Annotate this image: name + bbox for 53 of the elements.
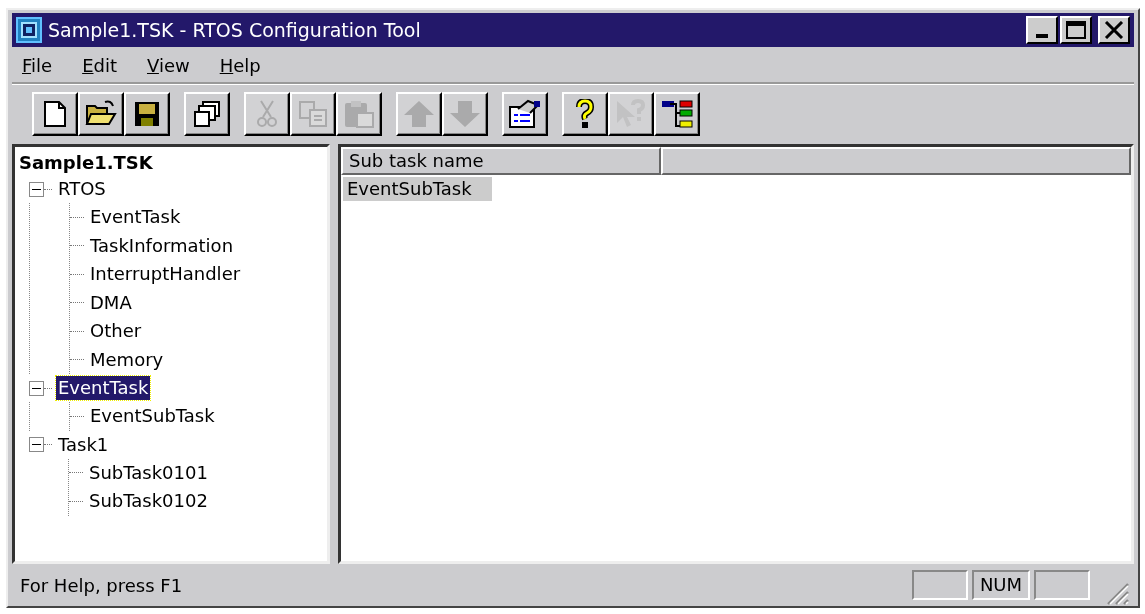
status-panel bbox=[1034, 570, 1090, 600]
collapse-icon[interactable] bbox=[29, 380, 44, 396]
toolbar-button[interactable] bbox=[654, 92, 700, 136]
minimize-icon bbox=[1036, 34, 1048, 38]
new-document-icon bbox=[43, 100, 67, 128]
tree-item[interactable]: SubTask0102 bbox=[87, 489, 210, 514]
maximize-button[interactable] bbox=[1060, 16, 1092, 44]
menu-item[interactable]: Help bbox=[219, 55, 261, 76]
maximize-icon bbox=[1066, 21, 1086, 39]
properties-icon bbox=[508, 99, 542, 129]
toolbar-button[interactable] bbox=[184, 92, 230, 136]
window-title: Sample1.TSK - RTOS Configuration Tool bbox=[48, 19, 421, 41]
toolbar-button[interactable] bbox=[32, 92, 78, 136]
tree-item[interactable]: RTOS bbox=[56, 177, 108, 201]
tree-item[interactable]: EventTask bbox=[56, 376, 151, 400]
list-item[interactable]: EventSubTask bbox=[343, 177, 492, 201]
question-mark-icon bbox=[575, 99, 595, 129]
tree-item[interactable]: Task1 bbox=[56, 432, 111, 457]
column-header[interactable] bbox=[661, 147, 1131, 175]
tree-view-icon bbox=[660, 99, 694, 129]
tree-item[interactable]: DMA bbox=[88, 290, 134, 315]
status-indicator: NUM bbox=[972, 570, 1030, 600]
tree-item[interactable]: TaskInformation bbox=[88, 233, 236, 258]
menu-item[interactable]: File bbox=[22, 55, 53, 76]
tree-item[interactable]: EventSubTask bbox=[88, 404, 217, 429]
up-arrow-icon bbox=[402, 99, 436, 129]
tree-item[interactable]: Other bbox=[88, 319, 144, 344]
collapse-icon[interactable] bbox=[29, 437, 44, 452]
app-icon bbox=[16, 17, 42, 43]
windows-icon bbox=[193, 100, 221, 128]
menu-item[interactable]: Edit bbox=[82, 55, 117, 76]
menu-item[interactable]: View bbox=[147, 55, 190, 76]
tree-item[interactable]: InterruptHandler bbox=[88, 262, 243, 287]
tree-root-label[interactable]: Sample1.TSK bbox=[19, 151, 323, 175]
scissors-icon bbox=[255, 99, 279, 129]
toolbar-button[interactable] bbox=[562, 92, 608, 136]
clipboard-icon bbox=[343, 99, 375, 129]
close-button[interactable] bbox=[1098, 16, 1130, 44]
toolbar-button[interactable] bbox=[78, 92, 124, 136]
minimize-button[interactable] bbox=[1026, 16, 1058, 44]
close-icon bbox=[1104, 21, 1124, 39]
copy-icon bbox=[298, 100, 328, 128]
down-arrow-icon bbox=[448, 99, 482, 129]
toolbar-button[interactable] bbox=[502, 92, 548, 136]
tree-item[interactable]: EventTask bbox=[88, 205, 183, 230]
status-text: For Help, press F1 bbox=[20, 574, 183, 596]
toolbar-button[interactable] bbox=[124, 92, 170, 136]
tree-item[interactable]: SubTask0101 bbox=[87, 460, 210, 485]
folder-icon bbox=[85, 100, 117, 128]
column-header[interactable]: Sub task name bbox=[341, 147, 661, 175]
status-panel bbox=[912, 570, 968, 600]
collapse-icon[interactable] bbox=[29, 181, 44, 197]
tree-item[interactable]: Memory bbox=[88, 347, 166, 372]
